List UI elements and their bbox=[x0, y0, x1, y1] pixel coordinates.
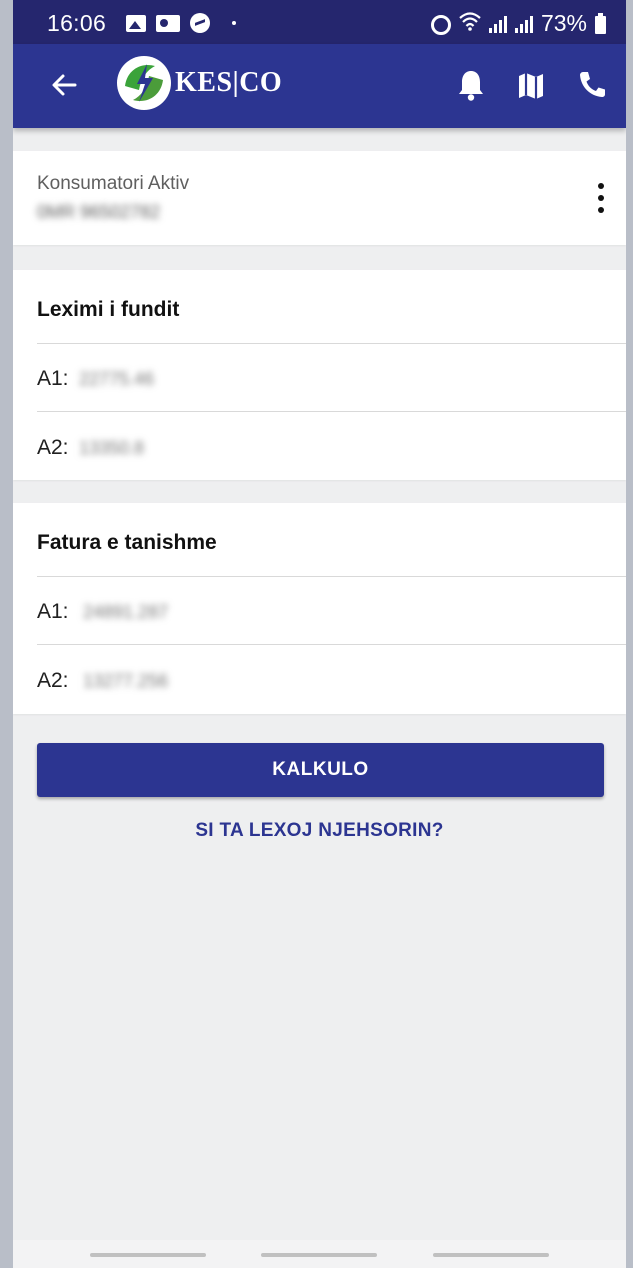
app-bar-actions bbox=[456, 68, 606, 102]
battery-percent: 73% bbox=[540, 10, 587, 36]
current-invoice-title: Fatura e tanishme bbox=[37, 531, 217, 554]
signal-2-icon bbox=[514, 15, 533, 33]
outlook-icon bbox=[156, 14, 180, 32]
last-reading-a2-label: A2: bbox=[37, 436, 69, 459]
map-icon[interactable] bbox=[516, 68, 546, 102]
device-frame: 16:06 73% KES|CO Konsumatori Aktiv 0MR 9… bbox=[0, 0, 633, 1268]
home-button[interactable] bbox=[261, 1253, 377, 1257]
phone-icon[interactable] bbox=[576, 68, 606, 102]
active-consumer-card: Konsumatori Aktiv 0MR 96502782 bbox=[13, 151, 626, 245]
last-reading-card: Leximi i fundit A1: 22775.46 A2: 13350.8 bbox=[13, 270, 626, 480]
active-consumer-number: 0MR 96502782 bbox=[37, 202, 161, 222]
alarm-icon bbox=[430, 14, 451, 35]
current-invoice-a2-label: A2: bbox=[37, 669, 69, 692]
current-invoice-a2-value: 13277.256 bbox=[83, 671, 169, 691]
divider bbox=[37, 644, 626, 645]
app-screen: 16:06 73% KES|CO Konsumatori Aktiv 0MR 9… bbox=[13, 0, 626, 1268]
system-navigation-bar bbox=[13, 1240, 626, 1268]
divider bbox=[37, 576, 626, 577]
current-invoice-a1-label: A1: bbox=[37, 600, 69, 623]
active-consumer-label: Konsumatori Aktiv bbox=[37, 173, 190, 194]
wifi-icon bbox=[459, 11, 481, 36]
system-icons: 73% bbox=[430, 10, 606, 37]
divider bbox=[37, 411, 626, 412]
last-reading-title: Leximi i fundit bbox=[37, 298, 180, 321]
kesco-logo-mark-icon bbox=[117, 56, 171, 110]
kesco-logo-text: KES|CO bbox=[175, 67, 283, 98]
recents-button[interactable] bbox=[90, 1253, 206, 1257]
last-reading-a2-value: 13350.8 bbox=[79, 438, 145, 458]
messenger-icon bbox=[190, 13, 210, 33]
how-to-read-meter-link[interactable]: SI TA LEXOJ NJEHSORIN? bbox=[13, 820, 626, 842]
last-reading-a1-label: A1: bbox=[37, 367, 69, 390]
back-button[interactable] bbox=[433, 1253, 549, 1257]
more-options-icon[interactable] bbox=[594, 183, 608, 213]
back-arrow-icon[interactable] bbox=[49, 70, 79, 100]
last-reading-a1-value: 22775.46 bbox=[79, 369, 155, 389]
current-invoice-a1-value: 24891.287 bbox=[83, 602, 169, 622]
more-notifications-dot-icon bbox=[232, 21, 236, 25]
app-bar: KES|CO bbox=[13, 44, 626, 128]
calculate-button[interactable]: KALKULO bbox=[37, 743, 604, 797]
current-invoice-card: Fatura e tanishme A1: 24891.287 A2: 1327… bbox=[13, 503, 626, 714]
divider bbox=[37, 343, 626, 344]
status-time: 16:06 bbox=[47, 10, 107, 36]
kesco-logo: KES|CO bbox=[117, 56, 282, 110]
gallery-icon bbox=[126, 14, 146, 32]
battery-icon bbox=[595, 13, 606, 34]
status-bar: 16:06 73% bbox=[13, 0, 626, 44]
signal-icon bbox=[488, 15, 507, 33]
notification-icons bbox=[126, 13, 236, 33]
bell-icon[interactable] bbox=[456, 68, 486, 102]
